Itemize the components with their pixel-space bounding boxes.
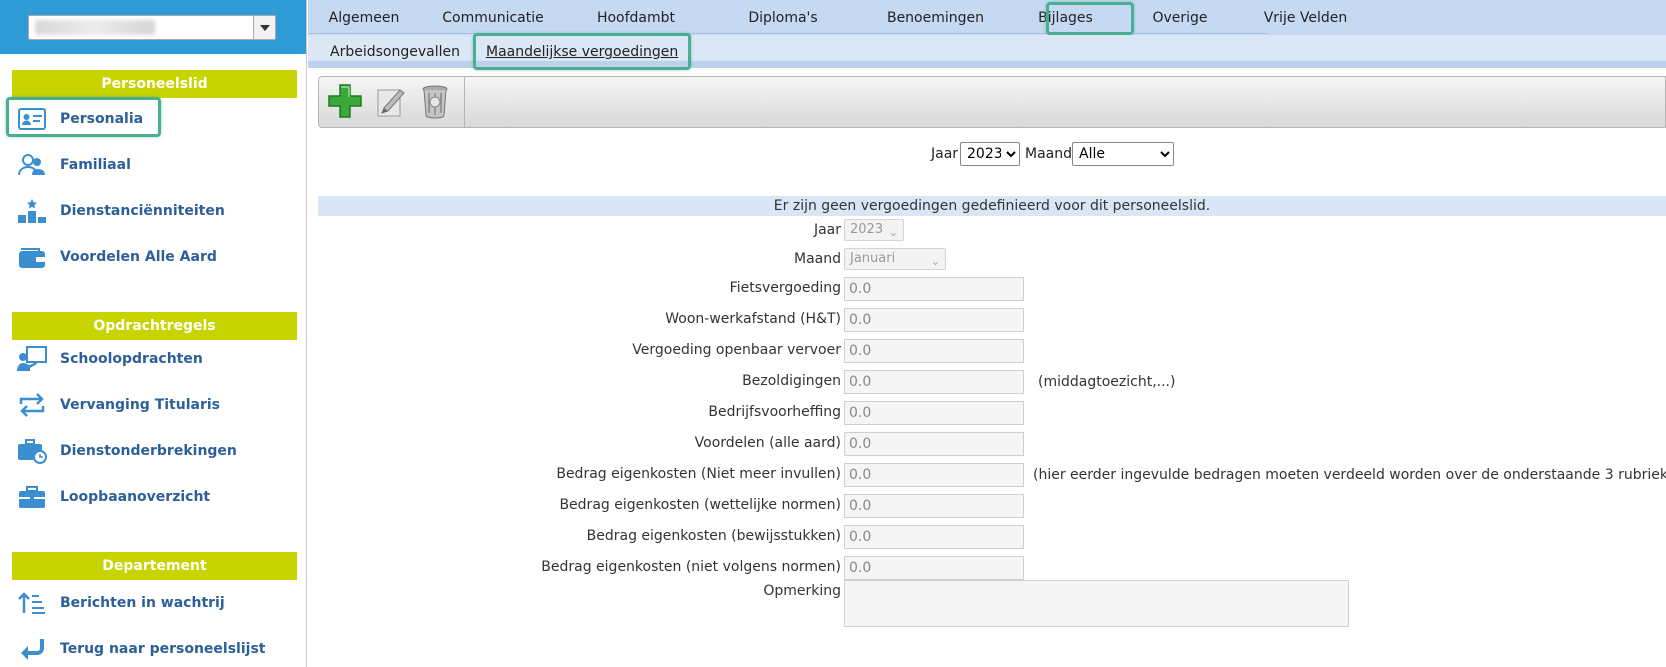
field-label: Bedrag eigenkosten (Niet meer invullen)	[556, 466, 841, 482]
sidebar-item-loopbaanoverzicht[interactable]: Loopbaanoverzicht	[12, 480, 297, 514]
tab-communicatie[interactable]: Communicatie	[428, 4, 558, 32]
tab-bijlages[interactable]: Bijlages	[1013, 4, 1118, 32]
trash-can-icon	[418, 83, 452, 123]
sidebar-item-label: Dienstanciënniteiten	[60, 203, 225, 219]
edit-button[interactable]	[371, 83, 411, 123]
tab-benoemingen[interactable]: Benoemingen	[868, 4, 1003, 32]
field-input[interactable]	[844, 525, 1024, 549]
tab-overige[interactable]: Overige	[1136, 4, 1224, 32]
sidebar-top-bar	[0, 0, 306, 54]
form-month-value: Januari	[850, 251, 896, 266]
sidebar-item-terug-naar-personeelslijst[interactable]: Terug naar personeelslijst	[12, 632, 297, 666]
main-content: Algemeen Communicatie Hoofdambt Diploma'…	[308, 0, 1666, 667]
return-arrow-icon	[16, 634, 48, 664]
field-hint: (hier eerder ingevulde bedragen moeten v…	[1033, 467, 1666, 483]
plus-icon	[327, 83, 363, 123]
remark-textarea[interactable]	[844, 580, 1349, 627]
field-input[interactable]	[844, 277, 1024, 301]
field-label: Bedrijfsvoorheffing	[708, 404, 841, 420]
add-button[interactable]	[325, 83, 365, 123]
field-label: Fietsvergoeding	[729, 280, 841, 296]
field-input[interactable]	[844, 556, 1024, 580]
field-hint: (middagtoezicht,...)	[1038, 374, 1176, 390]
chevron-down-icon: ⌄	[888, 226, 898, 239]
field-input[interactable]	[844, 463, 1024, 487]
remark-label: Opmerking	[763, 583, 841, 599]
filter-year-select[interactable]: 2023	[960, 142, 1020, 166]
section-header-departement: Departement	[12, 552, 297, 580]
delete-button[interactable]	[415, 83, 455, 123]
queue-icon	[16, 588, 48, 618]
sidebar-item-label: Terug naar personeelslijst	[60, 641, 266, 657]
field-label: Bedrag eigenkosten (wettelijke normen)	[559, 497, 841, 513]
tab-bar-divider	[308, 33, 1268, 34]
sidebar-item-label: Familiaal	[60, 157, 131, 173]
toolbar-separator	[464, 77, 465, 127]
field-label: Woon-werkafstand (H&T)	[665, 311, 841, 327]
tab-algemeen[interactable]: Algemeen	[310, 4, 418, 32]
field-label: Voordelen (alle aard)	[694, 435, 841, 451]
tab-hoofdambt[interactable]: Hoofdambt	[576, 4, 696, 32]
tab-vrije-velden[interactable]: Vrije Velden	[1238, 4, 1373, 32]
sidebar-item-dienstonderbrekingen[interactable]: Dienstonderbrekingen	[12, 434, 297, 468]
sidebar-item-personalia[interactable]: Personalia	[12, 102, 297, 136]
pencil-paper-icon	[374, 84, 408, 122]
swap-arrows-icon	[16, 390, 48, 420]
filter-year-label: Jaar	[931, 146, 959, 162]
wallet-icon	[16, 242, 48, 272]
staff-member-select[interactable]	[28, 15, 276, 40]
field-input[interactable]	[844, 339, 1024, 363]
sidebar-item-berichten-in-wachtrij[interactable]: Berichten in wachtrij	[12, 586, 297, 620]
people-icon	[16, 150, 48, 180]
action-toolbar	[318, 76, 1666, 128]
field-input[interactable]	[844, 308, 1024, 332]
id-card-icon	[16, 104, 48, 134]
field-label: Bezoldigingen	[742, 373, 841, 389]
form-year-select: 2023 ⌄	[844, 219, 904, 241]
field-label: Bedrag eigenkosten (niet volgens normen)	[541, 559, 841, 575]
section-header-personeelslid: Personeelslid	[12, 70, 297, 98]
sidebar-item-dienstancienniteiten[interactable]: Dienstanciënniteiten	[12, 194, 297, 228]
sidebar-item-label: Personalia	[60, 111, 144, 127]
no-allowances-notice: Er zijn geen vergoedingen gedefinieerd v…	[318, 196, 1666, 216]
sidebar-item-label: Vervanging Titularis	[60, 397, 220, 413]
sidebar-item-label: Berichten in wachtrij	[60, 595, 225, 611]
sidebar: Personeelslid Personalia Familiaal Diens…	[0, 0, 307, 667]
sidebar-item-label: Voordelen Alle Aard	[60, 249, 217, 265]
sidebar-item-label: Dienstonderbrekingen	[60, 443, 237, 459]
staff-member-name-redacted	[35, 20, 155, 35]
form-month-label: Maand	[794, 251, 841, 267]
sidebar-item-label: Loopbaanoverzicht	[60, 489, 211, 505]
field-label: Vergoeding openbaar vervoer	[632, 342, 841, 358]
filter-month-label: Maand	[1025, 146, 1072, 162]
chevron-down-icon: ⌄	[930, 255, 940, 268]
form-month-select: Januari ⌄	[844, 248, 946, 270]
tab-bar: Algemeen Communicatie Hoofdambt Diploma'…	[308, 0, 1666, 35]
form-year-label: Jaar	[813, 222, 841, 238]
briefcase-clock-icon	[16, 436, 48, 466]
podium-icon	[16, 196, 48, 226]
teacher-icon	[16, 344, 48, 374]
sidebar-item-voordelen-alle-aard[interactable]: Voordelen Alle Aard	[12, 240, 297, 274]
field-input[interactable]	[844, 370, 1024, 394]
sidebar-item-label: Schoolopdrachten	[60, 351, 203, 367]
field-label: Bedrag eigenkosten (bewijsstukken)	[586, 528, 841, 544]
filter-month-select[interactable]: Alle	[1072, 142, 1174, 166]
sidebar-item-familiaal[interactable]: Familiaal	[12, 148, 297, 182]
field-input[interactable]	[844, 401, 1024, 425]
briefcase-icon	[16, 482, 48, 512]
section-header-opdrachtregels: Opdrachtregels	[12, 312, 297, 340]
sidebar-item-schoolopdrachten[interactable]: Schoolopdrachten	[12, 342, 297, 376]
tab-diplomas[interactable]: Diploma's	[708, 4, 858, 32]
sidebar-item-vervanging-titularis[interactable]: Vervanging Titularis	[12, 388, 297, 422]
subtab-bar-strip	[308, 61, 1666, 68]
chevron-down-icon[interactable]	[253, 16, 275, 39]
field-input[interactable]	[844, 432, 1024, 456]
field-input[interactable]	[844, 494, 1024, 518]
form-year-value: 2023	[850, 222, 884, 237]
